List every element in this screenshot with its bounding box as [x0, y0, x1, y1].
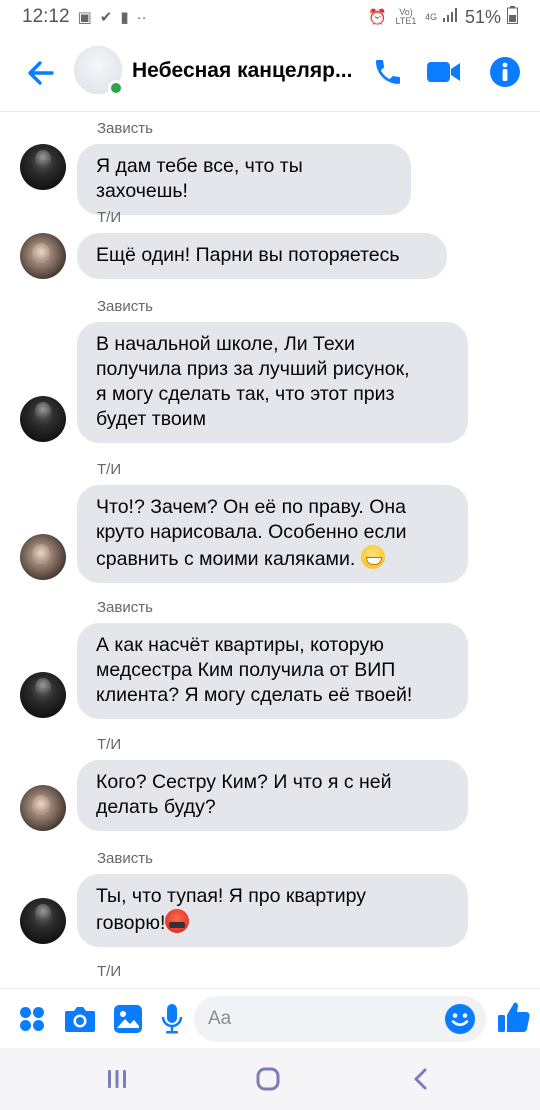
sender-avatar[interactable] — [20, 144, 66, 190]
sender-name: Т/И — [97, 209, 122, 226]
sender-name: Т/И — [97, 461, 122, 478]
conversation-info-button[interactable] — [487, 54, 523, 90]
sender-name: Зависть — [97, 120, 153, 137]
battery-percent: 51% — [464, 6, 501, 27]
chat-header: Небесная канцеляр... — [0, 34, 540, 112]
recent-apps-icon — [108, 1070, 126, 1088]
message-text-line: круто нарисовала. Особенно если — [96, 521, 407, 543]
battery-icon — [507, 5, 518, 29]
sender-name: Зависть — [97, 850, 153, 867]
message-text-line: Что!? Зачем? Он её по праву. Она — [96, 496, 406, 518]
message-bubble[interactable]: Ты, что тупая! Я про квартиру говорю! — [77, 874, 468, 947]
four-dots-icon — [20, 1007, 44, 1031]
status-time: 12:12 — [22, 6, 70, 27]
message-text: Ещё один! Парни вы поторяетесь — [96, 244, 400, 266]
sender-avatar[interactable] — [20, 396, 66, 442]
signal-strength-icon — [442, 8, 459, 26]
gallery-button[interactable] — [112, 1003, 144, 1035]
info-icon — [490, 57, 520, 87]
microphone-icon — [161, 1004, 183, 1034]
message-text-line: будет твоим — [96, 408, 206, 430]
sender-name: Т/И — [97, 736, 122, 753]
back-button[interactable] — [24, 56, 58, 90]
more-notifications-icon: ·· — [136, 8, 147, 26]
message-text: Я дам тебе все, что ты захочешь! — [96, 155, 303, 202]
group-avatar[interactable] — [74, 46, 124, 96]
message-text-line: сравнить с моими каляками. — [96, 548, 356, 570]
image-icon — [114, 1005, 142, 1033]
sender-name: Зависть — [97, 298, 153, 315]
gallery-notification-icon: ▣ — [77, 9, 92, 26]
message-bubble[interactable]: Я дам тебе все, что ты захочешь! — [77, 144, 411, 215]
message-bubble[interactable]: Что!? Зачем? Он её по праву. Она круто н… — [77, 485, 468, 583]
more-actions-button[interactable] — [16, 1003, 48, 1035]
message-text-line: я могу сделать так, что этот приз — [96, 383, 395, 405]
home-button[interactable] — [251, 1064, 285, 1094]
voice-call-button[interactable] — [370, 54, 406, 90]
message-text-line: делать буду? — [96, 796, 216, 818]
message-thread[interactable]: Зависть Я дам тебе все, что ты захочешь!… — [0, 112, 540, 988]
message-bubble[interactable]: Кого? Сестру Ким? И что я с ней делать б… — [77, 760, 468, 831]
camera-icon — [65, 1007, 95, 1032]
angry-face-emoji-icon — [165, 909, 190, 933]
check-notification-icon: ✔ — [99, 9, 113, 26]
emoji-picker-button[interactable] — [444, 1003, 476, 1035]
recent-apps-button[interactable] — [100, 1064, 134, 1094]
back-arrow-icon — [28, 61, 54, 85]
message-text-line: Ты, что тупая! Я про квартиру — [96, 885, 367, 907]
sender-avatar[interactable] — [20, 233, 66, 279]
smiley-face-icon — [445, 1004, 475, 1034]
message-bubble[interactable]: А как насчёт квартиры, которую медсестра… — [77, 623, 468, 719]
message-text-line: клиента? Я могу сделать её твоей! — [96, 684, 413, 706]
grinning-face-emoji-icon — [360, 545, 385, 569]
message-text-line: Кого? Сестру Ким? И что я с ней — [96, 771, 392, 793]
sender-avatar[interactable] — [20, 785, 66, 831]
message-input[interactable] — [194, 996, 486, 1042]
like-button[interactable] — [496, 999, 532, 1035]
sender-name: Зависть — [97, 599, 153, 616]
phone-icon — [376, 60, 400, 84]
message-text-line: В начальной школе, Ли Техи — [96, 333, 355, 355]
sender-avatar[interactable] — [20, 534, 66, 580]
sender-avatar[interactable] — [20, 898, 66, 944]
message-bubble[interactable]: Ещё один! Парни вы поторяетесь — [77, 233, 447, 279]
system-navigation-bar — [0, 1048, 540, 1110]
message-bubble[interactable]: В начальной школе, Ли Техи получила приз… — [77, 322, 468, 443]
home-icon — [256, 1067, 280, 1091]
online-status-dot — [108, 80, 124, 96]
alarm-icon: ⏰ — [368, 9, 387, 26]
thumbs-up-icon — [498, 1002, 530, 1032]
volte-label: Vo) LTE1 — [395, 7, 417, 26]
message-text-line: получила приз за лучший рисунок, — [96, 358, 410, 380]
video-camera-icon — [427, 62, 460, 82]
message-text-line: А как насчёт квартиры, которую — [96, 634, 384, 656]
camera-button[interactable] — [64, 1003, 96, 1035]
message-text-line: говорю! — [96, 912, 166, 934]
sender-name: Т/И — [97, 963, 122, 980]
sender-avatar[interactable] — [20, 672, 66, 718]
video-call-button[interactable] — [426, 54, 462, 90]
back-nav-button[interactable] — [404, 1064, 438, 1094]
network-type: 4G — [424, 11, 437, 22]
media-notification-icon: ▮ — [120, 9, 129, 26]
chat-title[interactable]: Небесная канцеляр... — [132, 59, 360, 83]
message-composer — [0, 988, 540, 1048]
status-bar: 12:12 ▣ ✔ ▮ ·· ⏰ Vo) LTE1 4G 51% — [0, 0, 540, 34]
chevron-left-icon — [414, 1068, 427, 1090]
voice-message-button[interactable] — [156, 1003, 188, 1035]
message-text-line: медсестра Ким получила от ВИП — [96, 659, 396, 681]
